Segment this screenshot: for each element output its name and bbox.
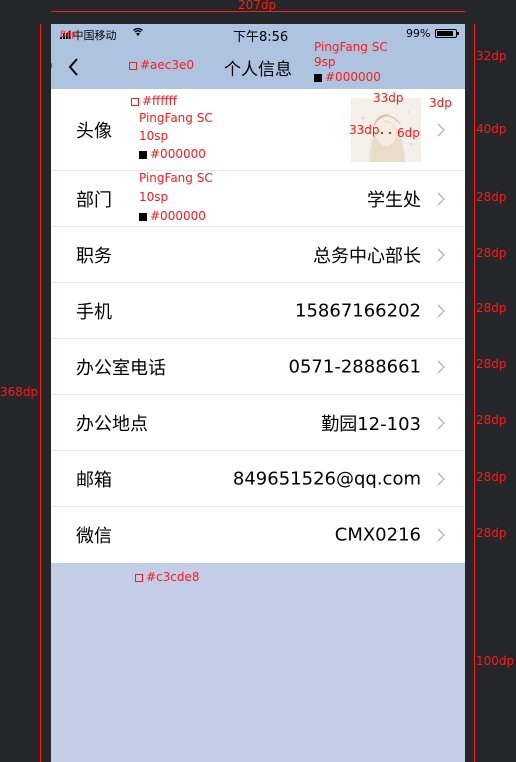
row-height-annotation-3: 28dp: [476, 301, 507, 315]
label-font-annotation-1: PingFang SC: [139, 111, 213, 125]
status-time: 下午8:56: [233, 30, 289, 45]
row-value: 总务中心部长: [313, 245, 421, 267]
right-dimension-line: [474, 24, 475, 762]
label-color-annotation-1: #000000: [139, 147, 206, 161]
row-label: 邮箱: [76, 469, 112, 491]
label-size-annotation-1: 10sp: [139, 129, 169, 143]
battery-icon: [435, 29, 459, 38]
row-value: 勤园12-103: [321, 413, 421, 435]
width-annotation: 207dp: [238, 0, 277, 12]
avatar-row-height-annotation: 40dp: [476, 122, 507, 136]
row-height-annotation-1: 28dp: [476, 190, 507, 204]
chevron-right-icon: [437, 528, 445, 542]
row-value: 849651526@qq.com: [232, 468, 421, 489]
title-color-annotation: #000000: [314, 70, 381, 84]
row-height-annotation-2: 28dp: [476, 246, 507, 260]
row-label: 职务: [76, 245, 112, 267]
phone-screen: .ııl中国移动 下午8:56 99% 个人信息 9dp 8dp #aec3e0…: [51, 24, 465, 762]
back-height-annotation: 9dp: [51, 58, 53, 72]
chevron-right-icon: [437, 472, 445, 485]
label-size-annotation-2: 10sp: [139, 190, 169, 204]
row-height-annotation-7: 28dp: [476, 526, 507, 540]
label-color-annotation-2: #000000: [139, 209, 206, 223]
status-height-annotation: 32dp: [476, 49, 507, 63]
chevron-right-icon: [437, 192, 445, 205]
page-title: 个人信息: [224, 60, 292, 80]
detail-row[interactable]: 部门 学生处 PingFang SC 10sp #000000: [51, 171, 465, 227]
chevron-right-icon: [437, 123, 445, 136]
page-bg-annotation: #c3cde8: [135, 570, 200, 584]
row-label: 办公室电话: [76, 357, 166, 379]
chevron-right-icon: [437, 304, 445, 317]
chevron-height-annotation: 6dp: [397, 126, 420, 140]
nav-bar: 个人信息 9dp 8dp #aec3e0 PingFang SC 9sp #00…: [51, 30, 465, 89]
row-height-annotation-6: 28dp: [476, 470, 507, 484]
battery-percent: 99%: [406, 27, 431, 40]
title-font-annotation: PingFang SC: [314, 40, 388, 54]
profile-list: 头像 #ffffff PingFang SC 10sp #000000 33dp…: [51, 89, 465, 563]
detail-row[interactable]: 邮箱 849651526@qq.com: [51, 451, 465, 507]
chevron-right-icon: [437, 360, 445, 373]
nav-bg-annotation: #aec3e0: [129, 58, 194, 72]
title-size-annotation: 9sp: [314, 55, 336, 69]
row-label: 手机: [76, 301, 112, 323]
list-bg-annotation: #ffffff: [131, 94, 177, 108]
label-font-annotation-2: PingFang SC: [139, 171, 213, 185]
row-label: 办公地点: [76, 413, 148, 435]
wifi-icon: [131, 25, 145, 40]
row-value: 15867166202: [295, 300, 421, 321]
row-label: 微信: [76, 526, 112, 547]
row-value: CMX0216: [334, 524, 421, 546]
row-value: 学生处: [367, 189, 421, 211]
detail-row[interactable]: 手机 15867166202: [51, 283, 465, 339]
chevron-right-icon: [437, 416, 445, 429]
height-annotation: 368dp: [0, 385, 39, 399]
avatar-width-annotation: 33dp: [373, 91, 404, 105]
avatar-label: 头像: [76, 120, 112, 142]
status-bar: .ııl 中国移动 下午8:56 99%: [51, 24, 465, 45]
back-width-annotation: 8dp: [60, 30, 78, 40]
avatar-height-annotation: 33dp: [349, 123, 380, 137]
detail-row[interactable]: 微信 CMX0216: [51, 507, 465, 563]
chevron-right-icon: [437, 248, 445, 261]
row-value: 0571-2888661: [288, 356, 421, 377]
row-height-annotation-5: 28dp: [476, 413, 507, 427]
detail-row[interactable]: 职务 总务中心部长: [51, 227, 465, 283]
detail-row[interactable]: 办公室电话 0571-2888661: [51, 339, 465, 395]
avatar-row[interactable]: 头像 #ffffff PingFang SC 10sp #000000 33dp…: [51, 89, 465, 171]
row-label: 部门: [76, 189, 112, 211]
row-height-annotation-4: 28dp: [476, 357, 507, 371]
chevron-gap-annotation: 3dp: [429, 96, 452, 110]
carrier-name: 中国移动: [72, 29, 117, 42]
detail-row[interactable]: 办公地点 勤园12-103: [51, 395, 465, 451]
height-dimension-line: [40, 24, 41, 762]
rest-height-annotation: 100dp: [476, 654, 515, 668]
